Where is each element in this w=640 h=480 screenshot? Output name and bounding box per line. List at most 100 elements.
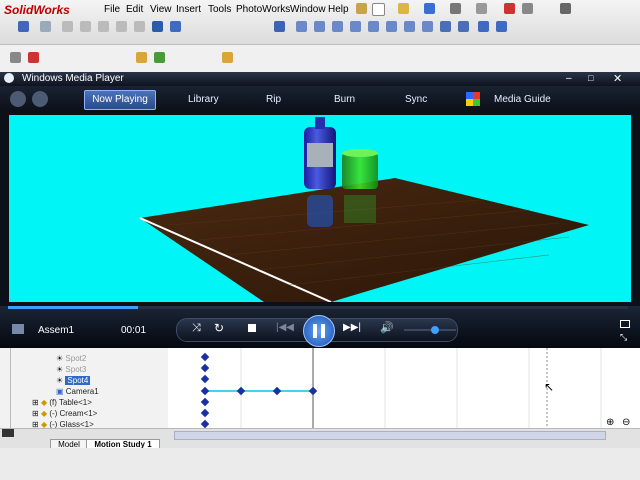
pause-button[interactable] — [303, 315, 335, 347]
stop-icon[interactable] — [248, 324, 256, 332]
move-component-icon[interactable] — [274, 21, 285, 32]
menu-edit[interactable]: Edit — [126, 4, 143, 15]
view-bottom-icon[interactable] — [386, 21, 397, 32]
zoom-fit-icon[interactable] — [62, 21, 73, 32]
motion-feature-tree: ☀ Spot2 ☀ Spot3 ☀ Spot4 ▣ Camera1 ⊞ ◆ (f… — [0, 348, 168, 429]
switch-to-skin-icon[interactable]: ⤡ — [620, 332, 627, 343]
menu-help[interactable]: Help — [328, 4, 349, 15]
spot-icon: ☀ — [56, 354, 66, 363]
media-thumbnail-icon — [12, 324, 24, 334]
feature-icon[interactable] — [10, 52, 21, 63]
view-trimetric-icon[interactable] — [422, 21, 433, 32]
tree-line — [10, 348, 11, 428]
spot-icon: ☀ — [56, 376, 66, 385]
sketch-icon[interactable] — [40, 21, 51, 32]
seek-track[interactable] — [8, 306, 628, 309]
elapsed-time: 00:01 — [121, 325, 147, 336]
view-left-icon[interactable] — [332, 21, 343, 32]
hidden-lines-icon[interactable] — [458, 21, 469, 32]
view-back-icon[interactable] — [314, 21, 325, 32]
menu-photoworks[interactable]: PhotoWorks — [236, 4, 290, 15]
zoom-out-icon[interactable]: ⊖ — [622, 417, 630, 428]
tree-item-table[interactable]: ⊞ ◆ (f) Table<1> — [32, 398, 92, 409]
zoom-in-icon[interactable]: ⊕ — [606, 417, 614, 428]
volume-slider[interactable] — [404, 326, 456, 334]
bottle-reflection — [307, 195, 333, 227]
motion-timeline[interactable]: ↖ — [168, 348, 640, 429]
tree-item-camera1[interactable]: ▣ Camera1 — [56, 387, 99, 398]
volume-icon[interactable]: 🔊 — [380, 321, 394, 334]
display-style-icon[interactable] — [152, 21, 163, 32]
menu-tools[interactable]: Tools — [208, 4, 231, 15]
menu-file[interactable]: File — [104, 4, 120, 15]
assembly-icon[interactable] — [136, 52, 147, 63]
menu-insert[interactable]: Insert — [176, 4, 201, 15]
solidworks-logo: SolidWorks — [4, 3, 70, 17]
open-folder-icon[interactable] — [398, 3, 409, 14]
save-icon[interactable] — [424, 3, 435, 14]
tree-item-spot3[interactable]: ☀ Spot3 — [56, 365, 86, 376]
new-file-icon[interactable] — [372, 3, 385, 16]
tab-sync[interactable]: Sync — [405, 94, 427, 105]
pause-bar-left — [313, 324, 317, 338]
tree-item-label: Spot4 — [65, 376, 91, 385]
glass-body — [342, 153, 378, 189]
tree-item-label: Camera1 — [65, 387, 99, 396]
print-icon[interactable] — [450, 3, 461, 14]
media-name: Assem1 — [38, 325, 75, 336]
tab-media-guide[interactable]: Media Guide — [494, 94, 551, 105]
component-icon[interactable] — [154, 52, 165, 63]
help-icon[interactable] — [560, 3, 571, 14]
measure-icon[interactable] — [496, 21, 507, 32]
wmp-logo-icon — [4, 73, 14, 83]
shaded-icon[interactable] — [440, 21, 451, 32]
mate-icon[interactable] — [28, 52, 39, 63]
tab-rip[interactable]: Rip — [266, 94, 281, 105]
shuffle-icon[interactable]: ⤨ — [192, 322, 201, 335]
expand-icon[interactable]: ⊞ — [32, 398, 41, 407]
previous-icon[interactable]: |◀◀ — [276, 322, 294, 333]
tree-item-label: Spot2 — [65, 354, 87, 363]
maximize-button[interactable]: □ — [588, 73, 593, 83]
view-iso-icon[interactable] — [404, 21, 415, 32]
tree-item-spot2[interactable]: ☀ Spot2 — [56, 354, 86, 365]
undo-icon[interactable] — [476, 3, 487, 14]
video-area[interactable] — [9, 115, 631, 302]
expand-icon[interactable]: ⊞ — [32, 409, 41, 418]
pin-icon[interactable] — [356, 3, 367, 14]
view-right-icon[interactable] — [350, 21, 361, 32]
fullscreen-icon[interactable] — [620, 320, 630, 328]
zoom-in-icon[interactable] — [98, 21, 109, 32]
mouse-cursor: ↖ — [544, 380, 555, 394]
tree-item-cream[interactable]: ⊞ ◆ (-) Cream<1> — [32, 409, 97, 420]
tab-now-playing[interactable]: Now Playing — [84, 90, 156, 110]
rebuild-icon[interactable] — [504, 3, 515, 14]
tab-library[interactable]: Library — [188, 94, 219, 105]
pause-bar-right — [321, 324, 325, 338]
pan-icon[interactable] — [134, 21, 145, 32]
close-button[interactable]: ✕ — [613, 72, 622, 85]
view-top-icon[interactable] — [368, 21, 379, 32]
tree-item-spot4[interactable]: ☀ Spot4 — [56, 376, 91, 387]
perspective-icon[interactable] — [478, 21, 489, 32]
forward-button[interactable] — [32, 91, 48, 107]
lights-icon[interactable] — [222, 52, 233, 63]
next-icon[interactable]: ▶▶| — [343, 322, 361, 333]
view-front-icon[interactable] — [296, 21, 307, 32]
minimize-button[interactable]: – — [566, 73, 572, 84]
camera-icon: ▣ — [56, 387, 66, 396]
section-view-icon[interactable] — [170, 21, 181, 32]
bottle-label — [307, 143, 333, 167]
scroll-left-icon[interactable] — [2, 429, 14, 437]
media-player-titlebar: Windows Media Player – □ ✕ — [0, 72, 640, 86]
back-button[interactable] — [10, 91, 26, 107]
menu-window[interactable]: Window — [290, 4, 326, 15]
rotate-icon[interactable] — [116, 21, 127, 32]
smart-mates-icon[interactable] — [18, 21, 29, 32]
tab-burn[interactable]: Burn — [334, 94, 355, 105]
options-icon[interactable] — [522, 3, 533, 14]
menu-view[interactable]: View — [150, 4, 172, 15]
zoom-area-icon[interactable] — [80, 21, 91, 32]
repeat-icon[interactable]: ↻ — [214, 321, 224, 335]
timeline-scrollbar[interactable] — [174, 431, 606, 440]
